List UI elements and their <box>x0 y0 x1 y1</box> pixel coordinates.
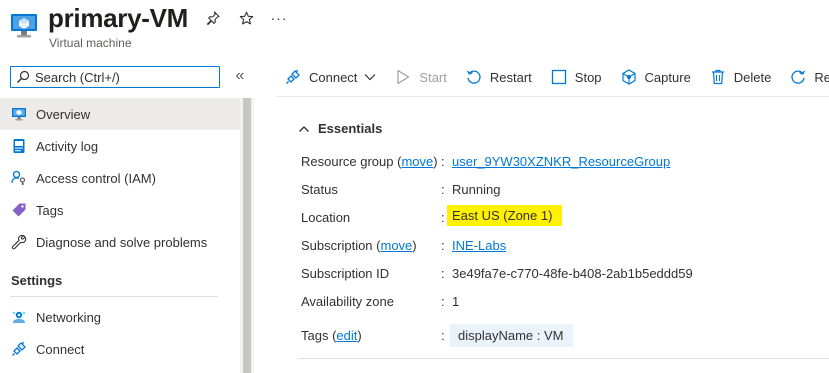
property-subscription: Subscription (move) : INE-Labs <box>301 234 829 258</box>
sidebar-item-label: Overview <box>36 106 91 122</box>
location-value: East US (Zone 1) <box>447 205 563 226</box>
refresh-button[interactable]: Refresh <box>789 68 829 86</box>
sidebar-item-tags[interactable]: Tags <box>0 194 240 226</box>
trash-icon <box>709 68 727 86</box>
search-box[interactable] <box>10 66 220 88</box>
sidebar-item-label: Access control (IAM) <box>36 170 156 186</box>
property-subscription-id: Subscription ID : 3e49fa7e-c770-48fe-b40… <box>301 262 829 286</box>
property-label: Resource group (move) <box>301 154 438 169</box>
connect-button[interactable]: Connect <box>284 68 376 86</box>
sidebar-item-networking[interactable]: Networking <box>0 301 240 333</box>
sidebar: « Overview Activity log Access control (… <box>0 58 256 373</box>
essentials-title: Essentials <box>318 121 383 136</box>
property-availability-zone: Availability zone : 1 <box>301 290 829 314</box>
activity-log-icon <box>10 137 28 155</box>
property-tags: Tags (edit) : displayName : VM <box>301 324 829 348</box>
star-icon[interactable] <box>238 10 254 26</box>
sidebar-divider <box>10 296 218 297</box>
toolbar-divider <box>276 96 829 97</box>
sidebar-item-label: Activity log <box>36 138 99 154</box>
command-bar: Connect Start Restart Stop Capture Delet… <box>272 58 829 96</box>
refresh-label: Refresh <box>814 69 829 85</box>
page-header: primary-VM Virtual machine ··· <box>0 0 829 58</box>
networking-icon <box>10 308 28 326</box>
property-colon: : <box>441 182 445 197</box>
sidebar-item-label: Tags <box>36 202 64 218</box>
start-button[interactable]: Start <box>394 68 447 86</box>
property-resource-group: Resource group (move) : user_9YW30XZNKR_… <box>301 150 829 174</box>
iam-icon <box>10 169 28 187</box>
property-label: Subscription ID <box>301 266 390 281</box>
page-title: primary-VM <box>48 3 189 33</box>
sidebar-item-label: Connect <box>36 341 85 357</box>
pin-icon[interactable] <box>205 10 221 26</box>
property-colon: : <box>441 266 445 281</box>
property-label: Status <box>301 182 338 197</box>
resource-group-link[interactable]: user_9YW30XZNKR_ResourceGroup <box>452 154 670 169</box>
sidebar-item-label: Diagnose and solve problems <box>36 234 208 250</box>
move-resource-group-link[interactable]: move <box>401 154 433 169</box>
status-value: Running <box>452 182 501 197</box>
restart-label: Restart <box>489 69 532 85</box>
sidebar-item-connect[interactable]: Connect <box>0 333 240 365</box>
property-location: Location : East US (Zone 1) <box>301 205 829 230</box>
sidebar-scrollbar[interactable] <box>240 98 254 373</box>
property-status: Status : Running <box>301 178 829 202</box>
property-colon: : <box>441 328 445 343</box>
stop-button[interactable]: Stop <box>550 68 602 86</box>
essentials-toggle[interactable]: Essentials <box>298 121 382 136</box>
sidebar-item-activity-log[interactable]: Activity log <box>0 130 240 162</box>
refresh-icon <box>789 68 807 86</box>
restart-button[interactable]: Restart <box>465 68 532 86</box>
sidebar-item-diagnose[interactable]: Diagnose and solve problems <box>0 226 240 258</box>
property-label: Availability zone <box>301 294 394 309</box>
sidebar-item-access-control[interactable]: Access control (IAM) <box>0 162 240 194</box>
essentials-bottom-divider <box>298 358 829 359</box>
property-label: Subscription (move) <box>301 238 417 253</box>
start-label: Start <box>419 69 447 85</box>
capture-label: Capture <box>644 69 691 85</box>
chevron-down-icon <box>364 73 376 81</box>
subscription-link[interactable]: INE-Labs <box>452 238 506 253</box>
connect-icon <box>10 340 28 358</box>
stop-icon <box>550 68 568 86</box>
collapse-sidebar-button[interactable]: « <box>232 67 248 85</box>
delete-label: Delete <box>733 69 772 85</box>
tag-icon <box>10 201 28 219</box>
sidebar-item-overview[interactable]: Overview <box>0 98 240 130</box>
subscription-id-value: 3e49fa7e-c770-48fe-b408-2ab1b5eddd59 <box>452 266 693 281</box>
restart-icon <box>465 68 483 86</box>
search-input[interactable] <box>35 69 215 85</box>
connect-label: Connect <box>309 69 358 85</box>
delete-button[interactable]: Delete <box>709 68 772 86</box>
property-colon: : <box>441 238 445 253</box>
virtual-machine-icon <box>11 14 37 38</box>
capture-button[interactable]: Capture <box>620 68 691 86</box>
capture-icon <box>620 68 638 86</box>
search-icon <box>17 70 30 83</box>
availability-zone-value: 1 <box>452 294 460 309</box>
chevron-up-icon <box>299 125 309 132</box>
page-subtitle: Virtual machine <box>49 36 132 50</box>
connect-icon <box>284 68 302 86</box>
property-colon: : <box>441 210 445 225</box>
overview-icon <box>10 105 28 123</box>
tag-chip[interactable]: displayName : VM <box>450 324 574 347</box>
stop-label: Stop <box>574 69 602 85</box>
move-subscription-link[interactable]: move <box>381 238 413 253</box>
sidebar-nav: Overview Activity log Access control (IA… <box>0 98 240 365</box>
wrench-icon <box>10 233 28 251</box>
property-label: Location <box>301 210 351 225</box>
property-colon: : <box>441 294 445 309</box>
scrollbar-thumb[interactable] <box>243 98 251 373</box>
sidebar-item-label: Networking <box>36 309 102 325</box>
edit-tags-link[interactable]: edit <box>336 328 357 343</box>
property-colon: : <box>441 154 445 169</box>
play-icon <box>394 68 412 86</box>
sidebar-section-settings: Settings <box>11 273 63 288</box>
property-label: Tags (edit) <box>301 328 362 343</box>
more-icon[interactable]: ··· <box>271 10 287 26</box>
